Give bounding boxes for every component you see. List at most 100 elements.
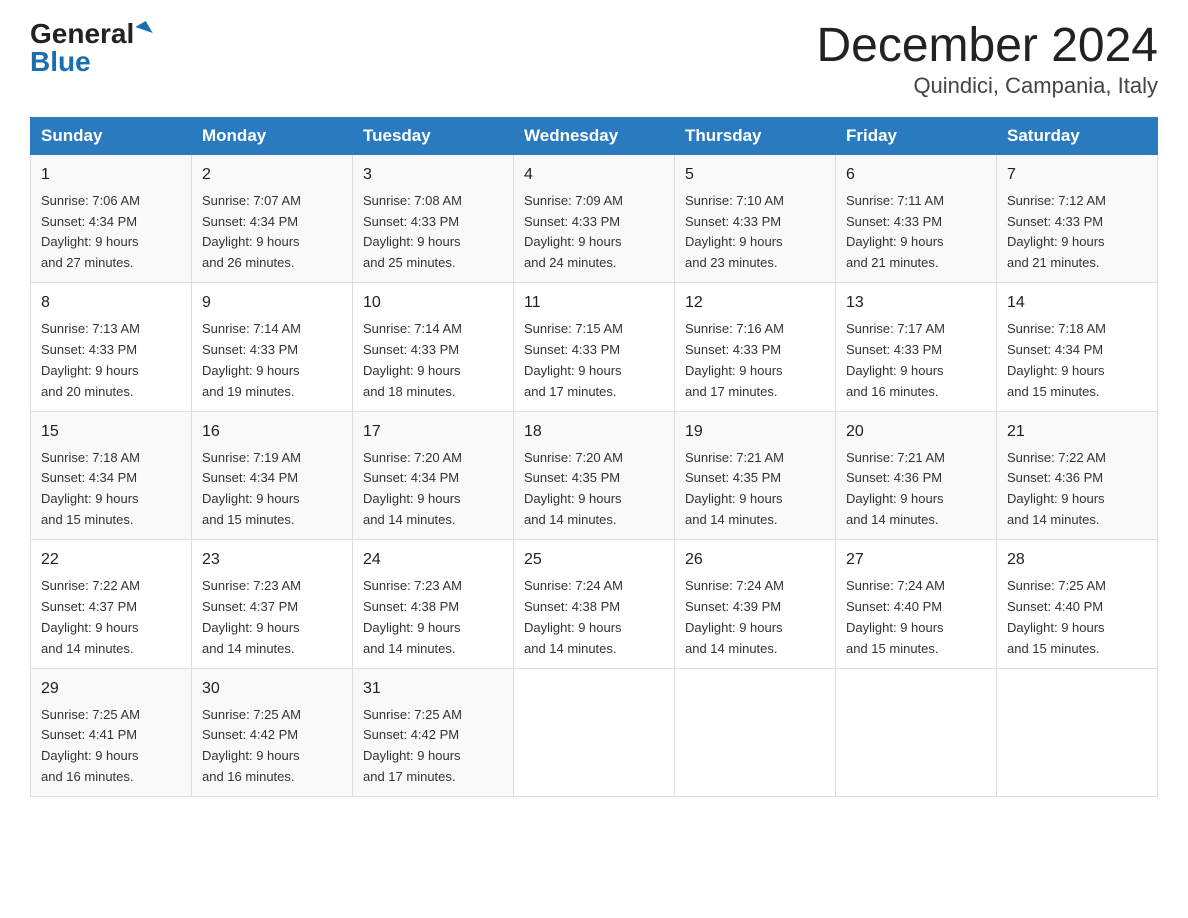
- day-info: Sunrise: 7:06 AMSunset: 4:34 PMDaylight:…: [41, 193, 140, 271]
- day-number: 21: [1007, 420, 1147, 445]
- calendar-cell: 17 Sunrise: 7:20 AMSunset: 4:34 PMDayligh…: [353, 411, 514, 539]
- day-number: 29: [41, 677, 181, 702]
- calendar-cell: 10 Sunrise: 7:14 AMSunset: 4:33 PMDayligh…: [353, 283, 514, 411]
- day-info: Sunrise: 7:07 AMSunset: 4:34 PMDaylight:…: [202, 193, 301, 271]
- calendar-cell: 11Sunrise: 7:15 AMSunset: 4:33 PMDayligh…: [514, 283, 675, 411]
- day-number: 24: [363, 548, 503, 573]
- calendar-week-row: 22Sunrise: 7:22 AMSunset: 4:37 PMDayligh…: [31, 540, 1158, 668]
- calendar-cell: 16 Sunrise: 7:19 AMSunset: 4:34 PMDayligh…: [192, 411, 353, 539]
- calendar-cell: 24 Sunrise: 7:23 AMSunset: 4:38 PMDayligh…: [353, 540, 514, 668]
- day-number: 1: [41, 163, 181, 188]
- day-info: Sunrise: 7:18 AMSunset: 4:34 PMDaylight:…: [1007, 321, 1106, 399]
- day-info: Sunrise: 7:23 AMSunset: 4:37 PMDaylight:…: [202, 578, 301, 656]
- calendar-cell: [514, 668, 675, 796]
- header-friday: Friday: [836, 117, 997, 154]
- day-info: Sunrise: 7:09 AMSunset: 4:33 PMDaylight:…: [524, 193, 623, 271]
- header-saturday: Saturday: [997, 117, 1158, 154]
- day-number: 31: [363, 677, 503, 702]
- location-title: Quindici, Campania, Italy: [816, 73, 1158, 99]
- calendar-cell: 14 Sunrise: 7:18 AMSunset: 4:34 PMDayligh…: [997, 283, 1158, 411]
- header-thursday: Thursday: [675, 117, 836, 154]
- day-info: Sunrise: 7:11 AMSunset: 4:33 PMDaylight:…: [846, 193, 944, 271]
- calendar-cell: 26Sunrise: 7:24 AMSunset: 4:39 PMDayligh…: [675, 540, 836, 668]
- calendar-cell: 4Sunrise: 7:09 AMSunset: 4:33 PMDaylight…: [514, 154, 675, 282]
- calendar-cell: 8Sunrise: 7:13 AMSunset: 4:33 PMDaylight…: [31, 283, 192, 411]
- day-number: 14: [1007, 291, 1147, 316]
- calendar-cell: 29 Sunrise: 7:25 AMSunset: 4:41 PMDayligh…: [31, 668, 192, 796]
- day-number: 23: [202, 548, 342, 573]
- calendar-cell: 27 Sunrise: 7:24 AMSunset: 4:40 PMDayligh…: [836, 540, 997, 668]
- day-info: Sunrise: 7:21 AMSunset: 4:35 PMDaylight:…: [685, 450, 784, 528]
- calendar-cell: 20Sunrise: 7:21 AMSunset: 4:36 PMDayligh…: [836, 411, 997, 539]
- calendar-cell: 23 Sunrise: 7:23 AMSunset: 4:37 PMDayligh…: [192, 540, 353, 668]
- day-info: Sunrise: 7:19 AMSunset: 4:34 PMDaylight:…: [202, 450, 301, 528]
- calendar-cell: 2 Sunrise: 7:07 AMSunset: 4:34 PMDaylight…: [192, 154, 353, 282]
- calendar-week-row: 8Sunrise: 7:13 AMSunset: 4:33 PMDaylight…: [31, 283, 1158, 411]
- calendar-cell: [997, 668, 1158, 796]
- day-info: Sunrise: 7:17 AMSunset: 4:33 PMDaylight:…: [846, 321, 945, 399]
- calendar-cell: 13 Sunrise: 7:17 AMSunset: 4:33 PMDayligh…: [836, 283, 997, 411]
- day-info: Sunrise: 7:12 AMSunset: 4:33 PMDaylight:…: [1007, 193, 1106, 271]
- day-info: Sunrise: 7:25 AMSunset: 4:40 PMDaylight:…: [1007, 578, 1106, 656]
- day-number: 17: [363, 420, 503, 445]
- logo-blue-text: Blue: [30, 48, 91, 76]
- calendar-cell: 5 Sunrise: 7:10 AMSunset: 4:33 PMDaylight…: [675, 154, 836, 282]
- day-number: 5: [685, 163, 825, 188]
- header-sunday: Sunday: [31, 117, 192, 154]
- calendar-cell: 1 Sunrise: 7:06 AMSunset: 4:34 PMDaylight…: [31, 154, 192, 282]
- calendar-cell: 25Sunrise: 7:24 AMSunset: 4:38 PMDayligh…: [514, 540, 675, 668]
- day-info: Sunrise: 7:14 AMSunset: 4:33 PMDaylight:…: [363, 321, 462, 399]
- day-info: Sunrise: 7:22 AMSunset: 4:37 PMDaylight:…: [41, 578, 140, 656]
- calendar-cell: 7Sunrise: 7:12 AMSunset: 4:33 PMDaylight…: [997, 154, 1158, 282]
- day-number: 2: [202, 163, 342, 188]
- logo-arrow-icon: [136, 21, 153, 39]
- day-number: 15: [41, 420, 181, 445]
- day-info: Sunrise: 7:25 AMSunset: 4:42 PMDaylight:…: [202, 707, 301, 785]
- day-info: Sunrise: 7:18 AMSunset: 4:34 PMDaylight:…: [41, 450, 140, 528]
- page-header: General Blue December 2024 Quindici, Cam…: [30, 20, 1158, 99]
- header-wednesday: Wednesday: [514, 117, 675, 154]
- day-info: Sunrise: 7:20 AMSunset: 4:35 PMDaylight:…: [524, 450, 623, 528]
- day-number: 10: [363, 291, 503, 316]
- day-info: Sunrise: 7:10 AMSunset: 4:33 PMDaylight:…: [685, 193, 784, 271]
- day-info: Sunrise: 7:25 AMSunset: 4:42 PMDaylight:…: [363, 707, 462, 785]
- calendar-cell: 21Sunrise: 7:22 AMSunset: 4:36 PMDayligh…: [997, 411, 1158, 539]
- day-number: 9: [202, 291, 342, 316]
- calendar-cell: 3 Sunrise: 7:08 AMSunset: 4:33 PMDaylight…: [353, 154, 514, 282]
- day-number: 20: [846, 420, 986, 445]
- day-number: 27: [846, 548, 986, 573]
- calendar-week-row: 1 Sunrise: 7:06 AMSunset: 4:34 PMDaylight…: [31, 154, 1158, 282]
- day-info: Sunrise: 7:14 AMSunset: 4:33 PMDaylight:…: [202, 321, 301, 399]
- day-info: Sunrise: 7:23 AMSunset: 4:38 PMDaylight:…: [363, 578, 462, 656]
- day-number: 3: [363, 163, 503, 188]
- month-title: December 2024: [816, 20, 1158, 73]
- calendar-cell: 19 Sunrise: 7:21 AMSunset: 4:35 PMDayligh…: [675, 411, 836, 539]
- day-info: Sunrise: 7:25 AMSunset: 4:41 PMDaylight:…: [41, 707, 140, 785]
- day-number: 8: [41, 291, 181, 316]
- day-info: Sunrise: 7:20 AMSunset: 4:34 PMDaylight:…: [363, 450, 462, 528]
- calendar-cell: 18 Sunrise: 7:20 AMSunset: 4:35 PMDayligh…: [514, 411, 675, 539]
- day-number: 11: [524, 291, 664, 316]
- day-number: 19: [685, 420, 825, 445]
- day-number: 16: [202, 420, 342, 445]
- calendar-week-row: 15 Sunrise: 7:18 AMSunset: 4:34 PMDayligh…: [31, 411, 1158, 539]
- header-tuesday: Tuesday: [353, 117, 514, 154]
- day-number: 28: [1007, 548, 1147, 573]
- calendar-week-row: 29 Sunrise: 7:25 AMSunset: 4:41 PMDayligh…: [31, 668, 1158, 796]
- calendar-cell: [675, 668, 836, 796]
- calendar-cell: 6 Sunrise: 7:11 AMSunset: 4:33 PMDaylight…: [836, 154, 997, 282]
- day-info: Sunrise: 7:16 AMSunset: 4:33 PMDaylight:…: [685, 321, 784, 399]
- header-monday: Monday: [192, 117, 353, 154]
- logo: General Blue: [30, 20, 150, 76]
- day-info: Sunrise: 7:08 AMSunset: 4:33 PMDaylight:…: [363, 193, 462, 271]
- day-number: 6: [846, 163, 986, 188]
- calendar-cell: [836, 668, 997, 796]
- day-info: Sunrise: 7:24 AMSunset: 4:38 PMDaylight:…: [524, 578, 623, 656]
- day-number: 30: [202, 677, 342, 702]
- day-info: Sunrise: 7:24 AMSunset: 4:40 PMDaylight:…: [846, 578, 945, 656]
- day-number: 13: [846, 291, 986, 316]
- day-number: 12: [685, 291, 825, 316]
- day-number: 18: [524, 420, 664, 445]
- title-block: December 2024 Quindici, Campania, Italy: [816, 20, 1158, 99]
- calendar-cell: 15 Sunrise: 7:18 AMSunset: 4:34 PMDayligh…: [31, 411, 192, 539]
